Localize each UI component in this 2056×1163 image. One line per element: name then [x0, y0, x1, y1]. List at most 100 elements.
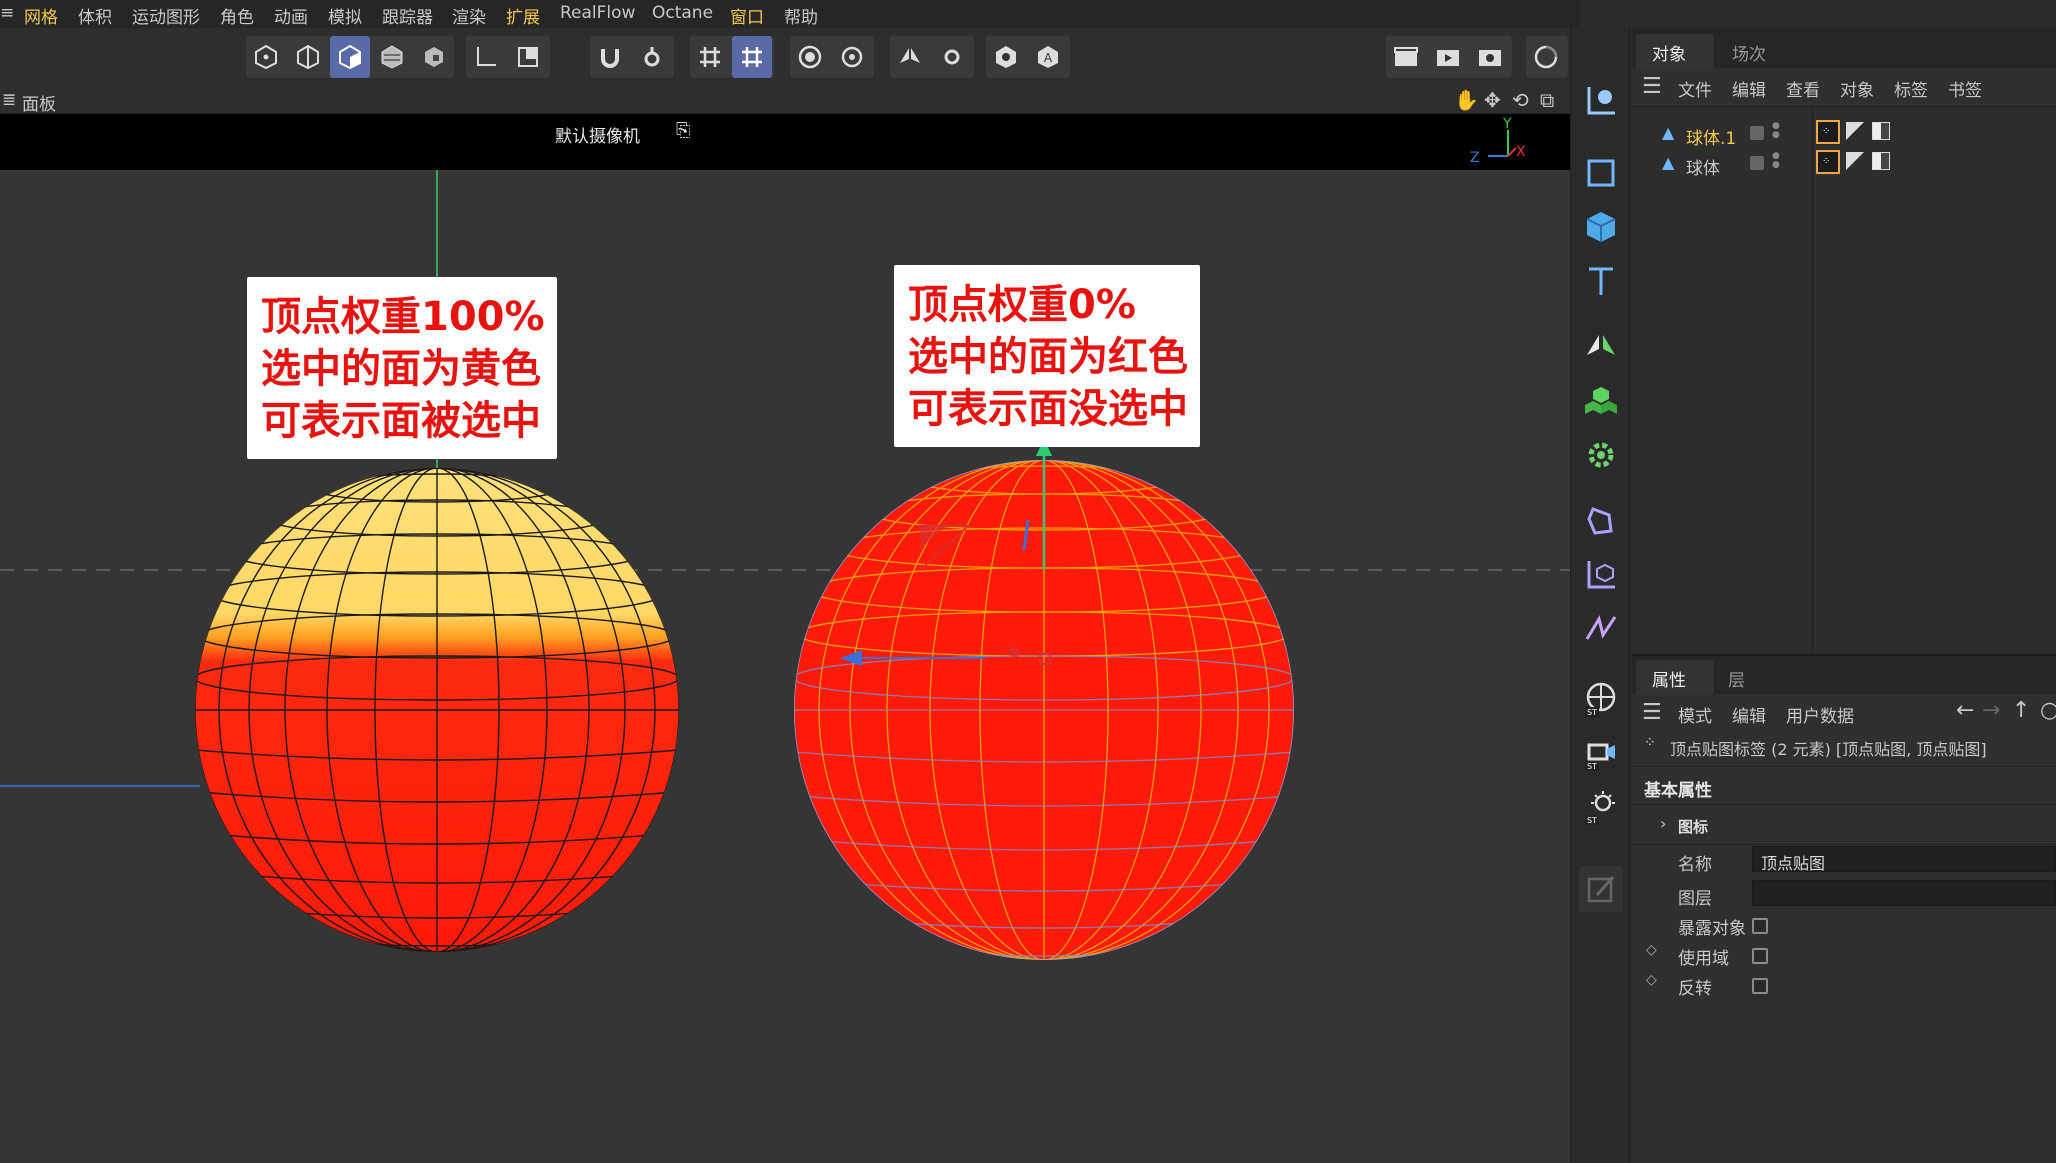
points-mode-icon[interactable]: [246, 36, 286, 78]
cube-icon[interactable]: [1579, 204, 1623, 250]
symmetry-settings-icon[interactable]: [932, 36, 972, 78]
invert-checkbox[interactable]: [1752, 978, 1768, 994]
render-dots-icon[interactable]: ● ●: [1772, 122, 1780, 140]
menu-mesh[interactable]: 网格: [24, 3, 58, 28]
visibility-toggle-icon[interactable]: [1750, 156, 1764, 170]
auto-icon[interactable]: A: [1028, 36, 1068, 78]
rectangle-spline-icon[interactable]: [1579, 150, 1623, 196]
rotate-view-icon[interactable]: ⟲: [1512, 88, 1529, 112]
panel-menu[interactable]: 面板: [22, 90, 56, 115]
attr-menu-edit[interactable]: 编辑: [1732, 702, 1766, 727]
menu-render[interactable]: 渲染: [452, 3, 486, 28]
attr-menu-mode[interactable]: 模式: [1678, 702, 1712, 727]
menu-octane[interactable]: Octane: [652, 3, 713, 23]
render-dots-icon[interactable]: ● ●: [1772, 152, 1780, 170]
tab-attributes[interactable]: 属性: [1652, 666, 1686, 691]
om-menu-tags[interactable]: 标签: [1894, 76, 1928, 101]
om-menu-file[interactable]: 文件: [1678, 76, 1712, 101]
snap-settings-icon[interactable]: [632, 36, 672, 78]
menu-help[interactable]: 帮助: [784, 3, 818, 28]
maximize-view-icon[interactable]: ⧉: [1540, 88, 1554, 112]
menu-animate[interactable]: 动画: [274, 3, 308, 28]
camera-object-icon[interactable]: ST: [1579, 730, 1623, 776]
material-tag-icon[interactable]: [1872, 152, 1890, 170]
symmetry-icon[interactable]: [890, 36, 930, 78]
soft-selection-icon[interactable]: [790, 36, 830, 78]
grid-snap-icon[interactable]: [732, 36, 772, 78]
tab-takes[interactable]: 场次: [1732, 40, 1766, 65]
field-icon[interactable]: [1579, 552, 1623, 598]
om-menu-edit[interactable]: 编辑: [1732, 76, 1766, 101]
edit-icon[interactable]: [1579, 866, 1623, 912]
om-menu-bookmarks[interactable]: 书签: [1948, 76, 1982, 101]
forward-arrow-icon[interactable]: →: [1982, 698, 2000, 723]
menu-tracker[interactable]: 跟踪器: [382, 3, 433, 28]
render-settings-icon[interactable]: [1470, 36, 1510, 78]
menu-overflow[interactable]: ≡: [0, 3, 14, 23]
cloner-icon[interactable]: [1579, 378, 1623, 424]
3d-viewport[interactable]: 默认摄像机 ⎘ Y Z X 顶点权重100% 选中的面为黄色 可表示面被选中 顶…: [0, 114, 1570, 1163]
visibility-toggle-icon[interactable]: [1750, 126, 1764, 140]
coordinates-icon[interactable]: [1579, 78, 1623, 124]
polygons-mode-icon[interactable]: [330, 36, 370, 78]
light-icon[interactable]: ST: [1579, 784, 1623, 830]
object-row[interactable]: ▲ 球体 ● ● ⁘: [1632, 150, 2056, 180]
render-view-icon[interactable]: [1386, 36, 1426, 78]
camera-icon[interactable]: ⎘: [676, 120, 690, 141]
view-icon[interactable]: [986, 36, 1026, 78]
pan-icon[interactable]: ✋: [1454, 88, 1479, 112]
menu-simulate[interactable]: 模拟: [328, 3, 362, 28]
separator: [1632, 766, 2056, 767]
workplane-icon[interactable]: [508, 36, 548, 78]
attr-menu-user-data[interactable]: 用户数据: [1786, 702, 1854, 727]
camera-label[interactable]: 默认摄像机: [555, 122, 640, 147]
render-picture-icon[interactable]: [1428, 36, 1468, 78]
vertex-map-tag-glyph: ⁘: [1822, 126, 1831, 137]
grid-icon[interactable]: [690, 36, 730, 78]
refresh-icon[interactable]: [1526, 36, 1566, 78]
magnet-icon[interactable]: [590, 36, 630, 78]
callout-left-line3: 可表示面被选中: [261, 398, 541, 444]
expose-checkbox[interactable]: [1752, 918, 1768, 934]
object-row[interactable]: ▲ 球体.1 ● ● ⁘: [1632, 120, 2056, 150]
keyframe-diamond-icon[interactable]: ◇: [1646, 942, 1657, 958]
keyframe-diamond-icon[interactable]: ◇: [1646, 972, 1657, 988]
material-tag-icon[interactable]: [1872, 122, 1890, 140]
layer-field[interactable]: [1752, 880, 2056, 906]
menu-mograph[interactable]: 运动图形: [132, 3, 200, 28]
name-field[interactable]: 顶点贴图: [1752, 846, 2056, 873]
menu-volume[interactable]: 体积: [78, 3, 112, 28]
uvw-tag-icon[interactable]: [1846, 122, 1864, 140]
effector-icon[interactable]: [1579, 432, 1623, 478]
attributes-hamburger-icon[interactable]: ☰: [1642, 700, 1662, 725]
om-menu-object[interactable]: 对象: [1840, 76, 1874, 101]
environment-icon[interactable]: ST: [1579, 676, 1623, 722]
expand-chevron-icon[interactable]: ›: [1660, 814, 1666, 833]
uv-polygons-icon[interactable]: [372, 36, 412, 78]
object-name[interactable]: 球体.1: [1686, 124, 1736, 149]
tab-layers[interactable]: 层: [1728, 666, 1745, 691]
menu-window[interactable]: 窗口: [730, 3, 764, 28]
deformer-icon[interactable]: [1579, 498, 1623, 544]
menu-character[interactable]: 角色: [220, 3, 254, 28]
object-mode-icon[interactable]: [414, 36, 454, 78]
up-arrow-icon[interactable]: ↑: [2012, 698, 2030, 723]
object-manager-hamburger-icon[interactable]: ☰: [1642, 74, 1662, 99]
icon-group-label[interactable]: 图标: [1678, 816, 1708, 837]
om-menu-view[interactable]: 查看: [1786, 76, 1820, 101]
menu-extensions[interactable]: 扩展: [506, 3, 540, 28]
search-icon[interactable]: ○: [2040, 698, 2056, 723]
edges-mode-icon[interactable]: [288, 36, 328, 78]
text-icon[interactable]: [1579, 258, 1623, 304]
back-arrow-icon[interactable]: ←: [1956, 698, 1974, 723]
soft-selection-settings-icon[interactable]: [832, 36, 872, 78]
move-view-icon[interactable]: ✥: [1484, 88, 1501, 112]
tab-objects[interactable]: 对象: [1652, 40, 1686, 65]
uvw-tag-icon[interactable]: [1846, 152, 1864, 170]
menu-realflow[interactable]: RealFlow: [560, 3, 635, 23]
spline-tool-icon[interactable]: [1579, 606, 1623, 652]
object-name[interactable]: 球体: [1686, 154, 1720, 179]
use-field-checkbox[interactable]: [1752, 948, 1768, 964]
symmetry-object-icon[interactable]: [1579, 324, 1623, 370]
axis-icon[interactable]: [466, 36, 506, 78]
